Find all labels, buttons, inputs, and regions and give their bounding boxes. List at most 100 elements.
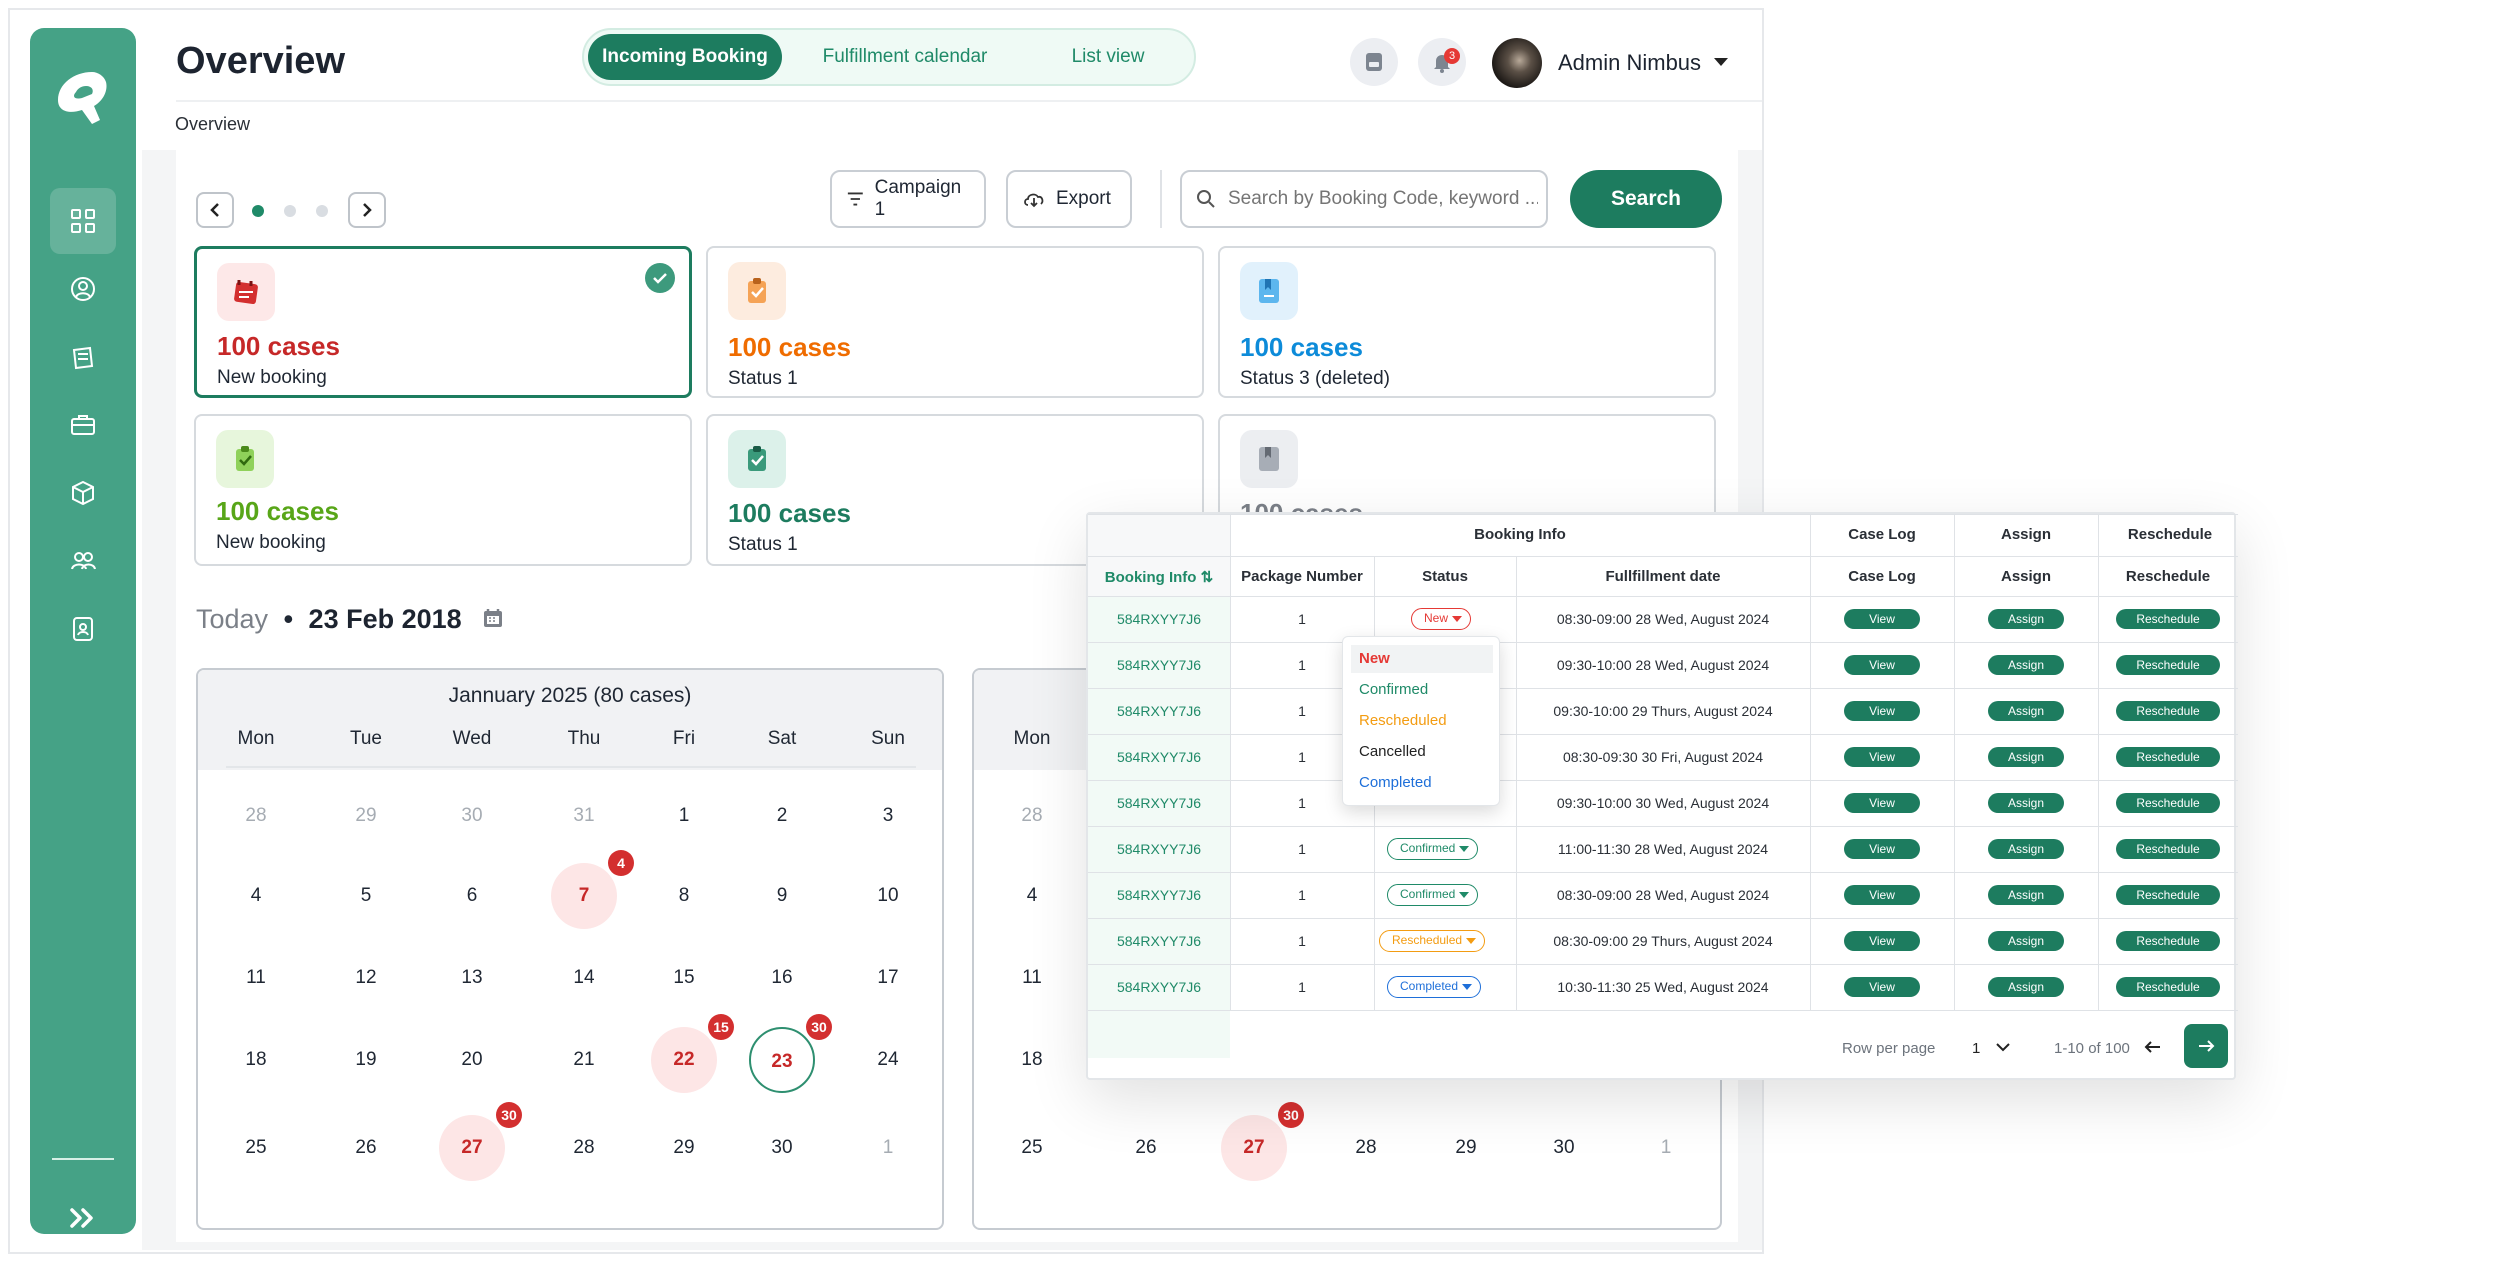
calendar-day[interactable]: 12: [333, 945, 399, 1011]
booking-code[interactable]: 584RXYY7J6: [1088, 887, 1230, 903]
calendar-day[interactable]: 24: [855, 1027, 921, 1093]
calendar-day[interactable]: 5: [333, 863, 399, 929]
assign-button[interactable]: Assign: [1988, 655, 2064, 675]
calendar-day[interactable]: 27: [1221, 1115, 1287, 1181]
calendar-day[interactable]: 28: [999, 783, 1065, 849]
reschedule-button[interactable]: Reschedule: [2116, 701, 2220, 721]
nav-packages[interactable]: [50, 460, 116, 526]
chevron-down-icon[interactable]: [1714, 58, 1728, 66]
view-button[interactable]: View: [1844, 839, 1920, 859]
status-option[interactable]: Rescheduled: [1351, 707, 1493, 735]
reschedule-button[interactable]: Reschedule: [2116, 839, 2220, 859]
calendar-day[interactable]: 23: [749, 1027, 815, 1093]
booking-code[interactable]: 584RXYY7J6: [1088, 611, 1230, 627]
view-button[interactable]: View: [1844, 793, 1920, 813]
assign-button[interactable]: Assign: [1988, 977, 2064, 997]
calendar-day[interactable]: 11: [223, 945, 289, 1011]
user-name[interactable]: Admin Nimbus: [1558, 50, 1701, 76]
stat-card-status-1[interactable]: 100 cases Status 1: [706, 246, 1204, 398]
status-select[interactable]: Confirmed: [1387, 838, 1479, 860]
calendar-day[interactable]: 2: [749, 783, 815, 849]
status-select[interactable]: Completed: [1387, 976, 1482, 998]
calendar-day[interactable]: 19: [333, 1027, 399, 1093]
calendar-day[interactable]: 22: [651, 1027, 717, 1093]
calendar-day[interactable]: 28: [1333, 1115, 1399, 1181]
reschedule-button[interactable]: Reschedule: [2116, 747, 2220, 767]
calendar-day[interactable]: 9: [749, 863, 815, 929]
view-button[interactable]: View: [1844, 931, 1920, 951]
view-button[interactable]: View: [1844, 609, 1920, 629]
calendar-day[interactable]: 28: [223, 783, 289, 849]
calendar-small-icon[interactable]: [481, 606, 505, 630]
calendar-day[interactable]: 20: [439, 1027, 505, 1093]
export-button[interactable]: Export: [1006, 170, 1132, 228]
stat-card-new-booking-2[interactable]: 100 cases New booking: [194, 414, 692, 566]
booking-code[interactable]: 584RXYY7J6: [1088, 933, 1230, 949]
search-button[interactable]: Search: [1570, 170, 1722, 228]
calendar-day[interactable]: 18: [999, 1027, 1065, 1093]
booking-code[interactable]: 584RXYY7J6: [1088, 979, 1230, 995]
calendar-day[interactable]: 18: [223, 1027, 289, 1093]
expand-sidebar-button[interactable]: [60, 1198, 106, 1238]
next-page-button[interactable]: [348, 192, 386, 228]
reschedule-button[interactable]: Reschedule: [2116, 931, 2220, 951]
pager-dot[interactable]: [284, 205, 296, 217]
calendar-day[interactable]: 21: [551, 1027, 617, 1093]
nav-dashboard[interactable]: [50, 188, 116, 254]
booking-code[interactable]: 584RXYY7J6: [1088, 795, 1230, 811]
view-button[interactable]: View: [1844, 701, 1920, 721]
booking-code[interactable]: 584RXYY7J6: [1088, 703, 1230, 719]
calendar-day[interactable]: 1: [651, 783, 717, 849]
stat-card-new-booking[interactable]: 100 cases New booking: [194, 246, 692, 398]
calendar-day[interactable]: 29: [333, 783, 399, 849]
status-option[interactable]: Completed: [1351, 769, 1493, 797]
reschedule-button[interactable]: Reschedule: [2116, 609, 2220, 629]
status-option[interactable]: New: [1351, 645, 1493, 673]
prev-page-button[interactable]: [196, 192, 234, 228]
calendar-day[interactable]: 8: [651, 863, 717, 929]
calendar-day[interactable]: 25: [223, 1115, 289, 1181]
nav-bookings[interactable]: [50, 324, 116, 390]
calendar-day[interactable]: 27: [439, 1115, 505, 1181]
calendar-day[interactable]: 14: [551, 945, 617, 1011]
view-button[interactable]: View: [1844, 655, 1920, 675]
prev-arrow-button[interactable]: [2142, 1036, 2166, 1060]
sort-header-booking-info[interactable]: Booking Info ⇅: [1088, 568, 1230, 586]
reschedule-button[interactable]: Reschedule: [2116, 793, 2220, 813]
booking-code[interactable]: 584RXYY7J6: [1088, 657, 1230, 673]
calendar-day[interactable]: 30: [749, 1115, 815, 1181]
breadcrumb[interactable]: Overview: [175, 114, 250, 135]
status-option[interactable]: Cancelled: [1351, 738, 1493, 766]
nav-users[interactable]: [50, 256, 116, 322]
calendar-day[interactable]: 4: [223, 863, 289, 929]
nav-jobs[interactable]: [50, 392, 116, 458]
inbox-button[interactable]: [1350, 38, 1398, 86]
calendar-day[interactable]: 16: [749, 945, 815, 1011]
assign-button[interactable]: Assign: [1988, 839, 2064, 859]
assign-button[interactable]: Assign: [1988, 885, 2064, 905]
nav-profile[interactable]: [50, 596, 116, 662]
status-select[interactable]: Confirmed: [1387, 884, 1479, 906]
campaign-filter-button[interactable]: Campaign 1: [830, 170, 986, 228]
calendar-day[interactable]: 13: [439, 945, 505, 1011]
rows-per-page-select[interactable]: 1: [1972, 1040, 1980, 1057]
chevron-down-icon[interactable]: [1994, 1038, 2014, 1058]
assign-button[interactable]: Assign: [1988, 793, 2064, 813]
calendar-day[interactable]: 6: [439, 863, 505, 929]
calendar-day[interactable]: 26: [333, 1115, 399, 1181]
assign-button[interactable]: Assign: [1988, 747, 2064, 767]
calendar-day[interactable]: 30: [439, 783, 505, 849]
pager-dot[interactable]: [316, 205, 328, 217]
stat-card-status-3[interactable]: 100 cases Status 3 (deleted): [1218, 246, 1716, 398]
search-input[interactable]: [1228, 188, 1538, 210]
reschedule-button[interactable]: Reschedule: [2116, 977, 2220, 997]
status-select[interactable]: Rescheduled: [1379, 930, 1486, 952]
calendar-day[interactable]: 1: [855, 1115, 921, 1181]
pager-dot[interactable]: [252, 205, 264, 217]
calendar-day[interactable]: 7: [551, 863, 617, 929]
calendar-day[interactable]: 29: [651, 1115, 717, 1181]
tab-incoming-booking[interactable]: Incoming Booking: [588, 34, 782, 80]
next-arrow-button[interactable]: [2184, 1024, 2228, 1068]
assign-button[interactable]: Assign: [1988, 609, 2064, 629]
calendar-day[interactable]: 3: [855, 783, 921, 849]
